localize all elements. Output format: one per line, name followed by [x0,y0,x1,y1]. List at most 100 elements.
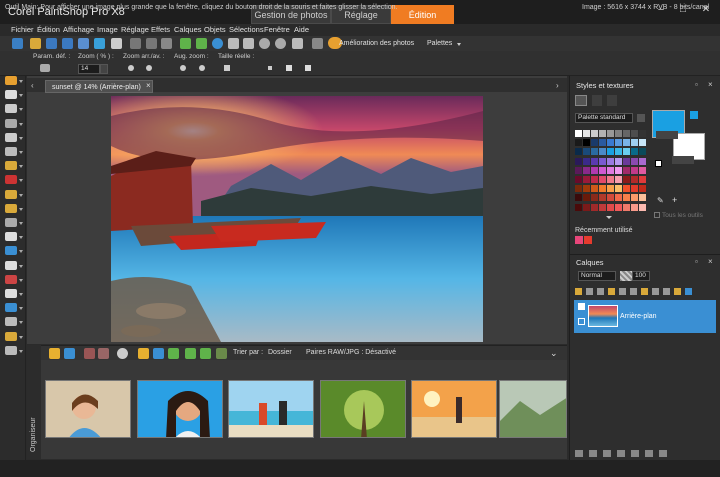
color-swatch[interactable] [599,139,606,147]
blend-mode-select[interactable]: Normal [578,271,616,281]
thumbnail-2[interactable] [137,380,223,438]
merge-layer-icon[interactable] [685,288,692,295]
crop-view-icon[interactable] [243,38,254,49]
gradient-tab-icon[interactable] [607,95,617,106]
color-swatch[interactable] [591,194,598,202]
color-swatch[interactable] [591,148,598,156]
pan-tool-chevron-icon[interactable] [19,80,23,83]
clone-tool-icon[interactable] [5,189,17,199]
duplicate-layer-icon[interactable] [608,288,615,295]
color-swatch[interactable] [631,148,638,156]
color-swatch[interactable] [591,157,598,165]
color-swatch[interactable] [607,166,614,174]
layers-panel-close-icon[interactable]: × [708,257,713,266]
menu-fichier[interactable]: Fichier [11,25,34,34]
swatches-tab-icon[interactable] [575,95,587,106]
pan-tool-icon[interactable] [5,76,17,85]
enhance-photos-button[interactable]: Amélioration des photos [339,40,414,47]
color-swatch[interactable] [639,203,646,211]
save-copy-icon[interactable] [78,38,89,49]
preset-hand-icon[interactable] [40,64,50,72]
reset-colors-icon[interactable] [655,160,662,167]
recent-color-2[interactable] [584,236,592,244]
share-org-icon[interactable] [153,348,164,359]
color-swatch[interactable] [607,203,614,211]
color-swatch[interactable] [631,139,638,147]
color-swatch[interactable] [591,166,598,174]
pen-tool-chevron-icon[interactable] [19,264,23,268]
color-swatch[interactable] [623,130,630,137]
tab-scroll-right-icon[interactable]: › [556,81,559,90]
tab-scroll-left-icon[interactable]: ‹ [31,81,34,90]
bg-style-buttons[interactable] [672,156,694,164]
color-swatch[interactable] [623,166,630,174]
color-swatch[interactable] [615,166,622,174]
color-swatch[interactable] [639,166,646,174]
layer-brush-icon[interactable] [589,450,597,457]
layer-name[interactable]: Arrière-plan [620,313,657,320]
new-art-layer-icon[interactable] [597,288,604,295]
thumbnail-view-icon[interactable] [64,348,75,359]
layers-panel-menu-icon[interactable]: ▫ [695,257,698,266]
dropper-tool-chevron-icon[interactable] [19,278,23,282]
shape-tool-chevron-icon[interactable] [19,307,23,311]
color-swatch[interactable] [639,185,646,193]
color-swatch[interactable] [615,176,622,183]
layer-new-icon[interactable] [575,450,583,457]
navigate-icon[interactable] [49,348,60,359]
selection-tool-chevron-icon[interactable] [19,108,23,112]
thumbnail-5[interactable] [411,380,497,438]
color-swatch[interactable] [575,166,582,174]
print-icon[interactable] [111,38,122,49]
color-swatch[interactable] [607,130,614,137]
raw-pairs-select[interactable]: Paires RAW/JPG : Désactivé [306,349,396,356]
makeover-tool-icon[interactable] [5,161,17,171]
undo-green-icon[interactable] [180,38,191,49]
layer-style-icon[interactable] [674,288,681,295]
script-icon[interactable] [312,38,323,49]
zoom-out-icon[interactable] [275,38,286,49]
redo-icon[interactable] [146,38,157,49]
actual-size-icon[interactable] [224,65,230,71]
color-swatch[interactable] [615,203,622,211]
people-icon[interactable] [117,348,128,359]
menu-selections[interactable]: Sélections [229,25,264,34]
menu-aide[interactable]: Aide [294,25,309,34]
freehand-selection-tool-chevron-icon[interactable] [19,122,23,126]
undo-icon[interactable] [130,38,141,49]
text-tool-icon[interactable] [5,289,17,298]
crop-tool-icon[interactable] [5,132,17,142]
option-dot-icon[interactable] [268,66,272,70]
color-swatch[interactable] [615,130,622,137]
save-as-icon[interactable] [62,38,73,49]
color-swatch[interactable] [615,148,622,156]
pen-tool-icon[interactable] [5,260,17,270]
color-swatch[interactable] [575,194,582,202]
new-raster-layer-icon[interactable] [575,288,582,295]
gradient-tool-chevron-icon[interactable] [19,236,23,240]
color-swatch[interactable] [623,157,630,165]
folder-icon[interactable] [138,348,149,359]
color-swatch[interactable] [615,139,622,147]
thumbnail-4[interactable] [320,380,406,438]
color-swatch[interactable] [607,185,614,193]
palettes-chevron-down-icon[interactable] [457,43,461,46]
color-swatch[interactable] [623,203,630,211]
sort-folder-select[interactable]: Dossier [268,349,292,356]
paint-brush-tool-chevron-icon[interactable] [19,207,23,211]
mask-layer-icon[interactable] [619,288,626,295]
color-swatch[interactable] [631,157,638,165]
color-swatch[interactable] [607,148,614,156]
selection-tool-icon[interactable] [5,104,17,114]
shape-tool-icon[interactable] [5,303,17,313]
color-swatch[interactable] [639,130,646,137]
color-swatch[interactable] [607,157,614,165]
group-layer-icon[interactable] [641,288,648,295]
styles-panel-menu-icon[interactable]: ▫ [695,80,698,89]
straighten-tool-icon[interactable] [5,147,17,156]
link-layer-icon[interactable] [652,288,659,295]
menu-affichage[interactable]: Affichage [63,25,94,34]
option-square2-icon[interactable] [305,65,311,71]
color-swatch[interactable] [599,194,606,202]
tab-edit[interactable]: Édition [391,5,454,24]
